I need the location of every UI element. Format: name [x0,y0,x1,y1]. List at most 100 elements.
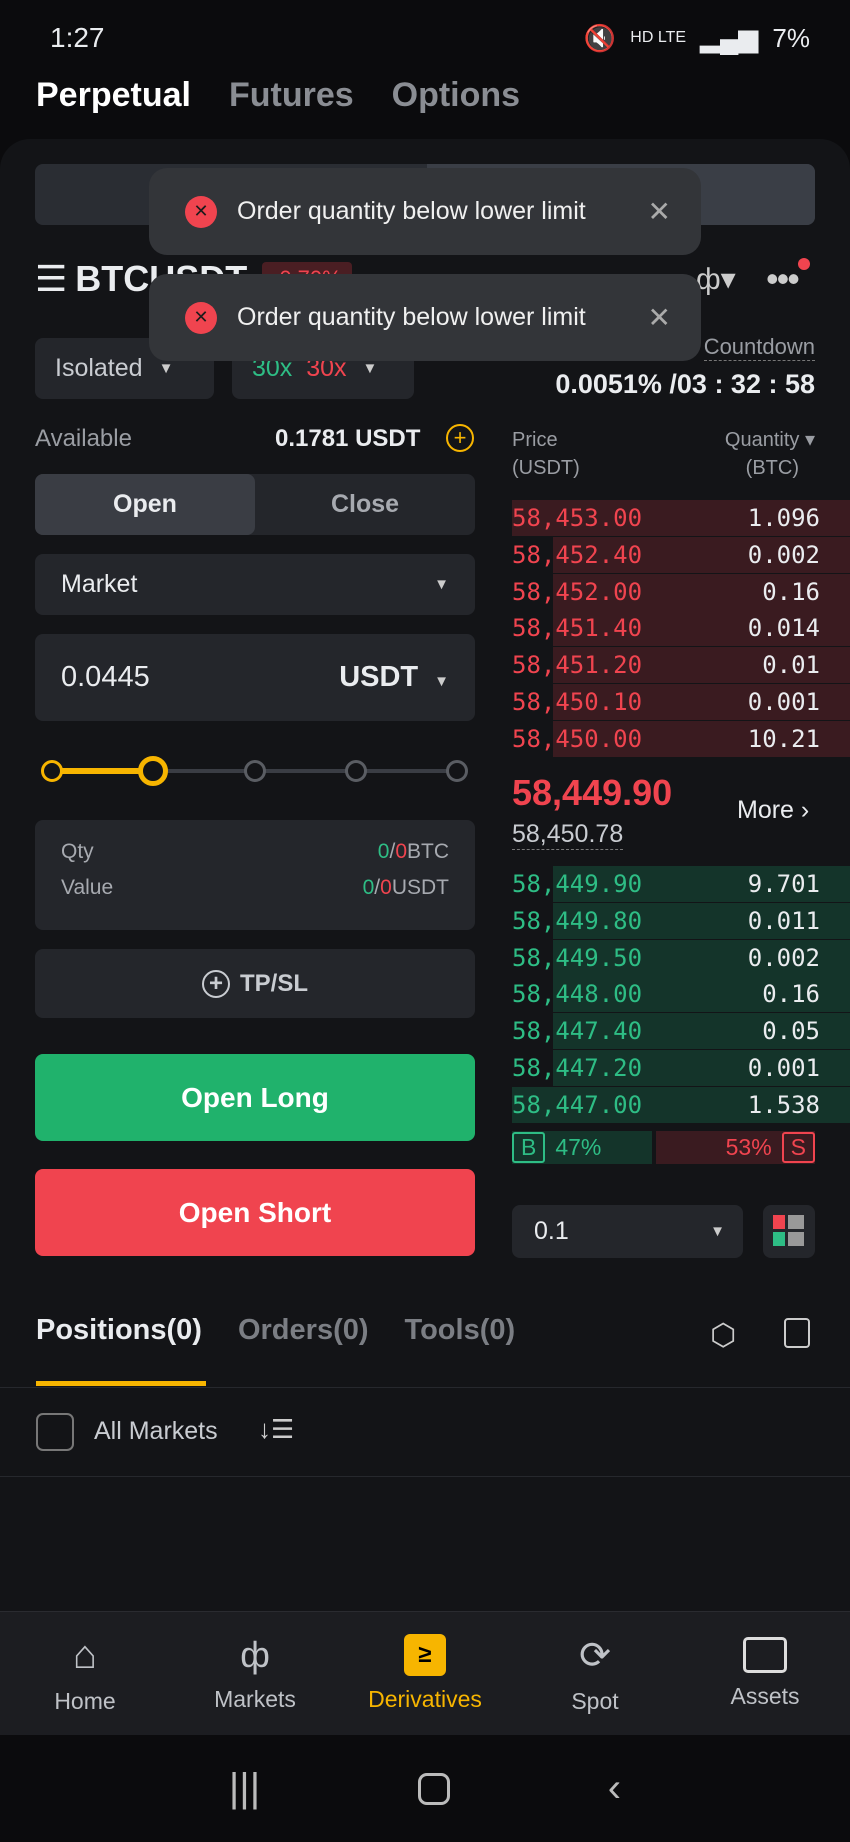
sort-icon[interactable]: ↓☰ [258,1414,294,1445]
bid-qty: 0.002 [747,943,820,972]
home-button-icon[interactable] [417,1772,450,1805]
slider-stop[interactable] [41,760,63,782]
nav-markets[interactable]: ф Markets [170,1612,340,1735]
nav-spot[interactable]: ⟳ Spot [510,1612,680,1735]
tab-futures[interactable]: Futures [229,76,354,115]
open-short-button[interactable]: Open Short [35,1169,475,1256]
amount-value: 0.0445 [61,661,150,693]
amount-unit-select[interactable]: USDT [339,661,418,693]
qty-long: 0 [377,840,390,863]
bid-row[interactable]: 58,447.00 1.538 [512,1086,850,1123]
bid-price: 58,448.00 [512,980,643,1009]
bid-row[interactable]: 58,449.50 0.002 [512,939,850,976]
tab-positions[interactable]: Positions(0) [36,1314,202,1347]
more-options-icon[interactable]: ••• [766,258,800,300]
buy-percent: 47% [555,1134,602,1160]
error-toast: ✕ Order quantity below lower limit ✕ [149,274,701,361]
available-label: Available [35,425,132,452]
qty-header-label: Quantity [724,429,800,451]
open-close-tabs: Open Close [35,474,475,535]
order-type-select[interactable]: Market ▼ [35,554,475,615]
ask-qty: 10.21 [747,724,820,753]
divider [0,1387,850,1388]
close-icon[interactable]: ✕ [648,301,671,334]
nav-home[interactable]: ⌂ Home [0,1612,170,1735]
menu-icon: ☰ [35,258,68,299]
bid-row[interactable]: 58,448.00 0.16 [512,976,850,1013]
nav-assets[interactable]: Assets [680,1612,850,1735]
add-circle-icon: + [201,969,230,998]
settings-hex-icon[interactable]: ⬡ [710,1318,736,1353]
buy-ratio: B 47% [512,1131,652,1164]
price-header-unit: (USDT) [512,457,580,479]
amount-input[interactable]: 0.0445 USDT ▼ [35,634,475,721]
ask-price: 58,450.00 [512,724,643,753]
qty-header-unit: (BTC) [745,457,799,479]
ask-row[interactable]: 58,452.00 0.16 [512,573,850,610]
chart-icon[interactable]: ф▾ [696,262,736,297]
toast-message: Order quantity below lower limit [237,197,586,225]
ask-row[interactable]: 58,451.20 0.01 [512,647,850,684]
ask-row[interactable]: 58,452.40 0.002 [512,536,850,573]
slider-stop[interactable] [243,760,266,782]
bid-price: 58,449.80 [512,906,643,935]
add-funds-icon[interactable]: + [446,424,474,452]
nav-derivatives[interactable]: ≥ Derivatives [340,1612,510,1735]
precision-select[interactable]: 0.1 ▼ [512,1205,743,1258]
quantity-header[interactable]: Quantity ▾ (BTC) [725,426,815,482]
ask-price: 58,451.40 [512,614,643,643]
clock: 1:27 [50,22,105,53]
ask-row[interactable]: 58,451.40 0.014 [512,610,850,647]
order-history-icon[interactable] [784,1318,810,1348]
ask-row[interactable]: 58,450.00 10.21 [512,720,850,757]
mark-price[interactable]: 58,450.78 [512,820,624,850]
tab-options[interactable]: Options [392,76,520,115]
bid-qty: 9.701 [747,870,820,898]
error-icon: ✕ [185,195,217,228]
caret-down-icon: ▼ [362,360,378,377]
active-tab-indicator [36,1381,206,1386]
bid-price: 58,449.50 [512,943,643,972]
bid-row[interactable]: 58,449.80 0.011 [512,902,850,939]
spot-icon: ⟳ [579,1634,611,1677]
last-price: 58,449.90 [512,772,673,813]
bid-price: 58,447.40 [512,1017,643,1046]
qty-label: Qty [61,840,94,863]
derivatives-icon: ≥ [404,1634,446,1676]
nav-label: Home [54,1687,116,1714]
open-long-button[interactable]: Open Long [35,1054,475,1141]
bid-price: 58,449.90 [512,870,643,898]
nav-label: Spot [571,1687,619,1714]
recents-icon[interactable]: ||| [229,1766,260,1811]
bid-row[interactable]: 58,447.20 0.001 [512,1050,850,1086]
tpsl-button[interactable]: + TP/SL [35,949,475,1018]
tab-tools[interactable]: Tools(0) [405,1314,516,1347]
tab-perpetual[interactable]: Perpetual [36,76,191,115]
tab-open[interactable]: Open [35,474,255,535]
tab-orders[interactable]: Orders(0) [238,1314,369,1347]
close-icon[interactable]: ✕ [648,195,671,228]
ask-price: 58,451.20 [512,651,643,680]
notification-dot [798,258,810,270]
orderbook-layout-icon[interactable] [763,1205,815,1258]
slider-stop[interactable] [446,760,468,782]
tab-close[interactable]: Close [255,474,475,535]
bottom-nav: ⌂ Home ф Markets ≥ Derivatives ⟳ Spot Assets [0,1611,850,1735]
bid-row[interactable]: 58,449.90 9.701 [512,866,850,902]
error-icon: ✕ [185,301,217,334]
all-markets-checkbox[interactable] [36,1413,74,1451]
funding-rate-countdown: 0.0051% /03 : 32 : 58 [555,369,815,399]
ask-row[interactable]: 58,450.10 0.001 [512,684,850,720]
positions-tabs: Positions(0) Orders(0) Tools(0) [36,1314,515,1347]
candlestick-icon: ф [240,1634,270,1675]
ask-row[interactable]: 58,453.00 1.096 [512,500,850,536]
bid-row[interactable]: 58,447.40 0.05 [512,1013,850,1050]
caret-down-icon: ▼ [158,360,174,377]
back-icon[interactable]: ‹ [608,1766,621,1811]
funding-countdown-label[interactable]: Countdown [703,334,815,361]
all-markets-label: All Markets [94,1417,218,1445]
more-button[interactable]: More › [737,796,809,825]
ask-qty: 0.002 [747,540,820,569]
slider-stop[interactable] [344,760,367,782]
value-label: Value [61,876,114,899]
